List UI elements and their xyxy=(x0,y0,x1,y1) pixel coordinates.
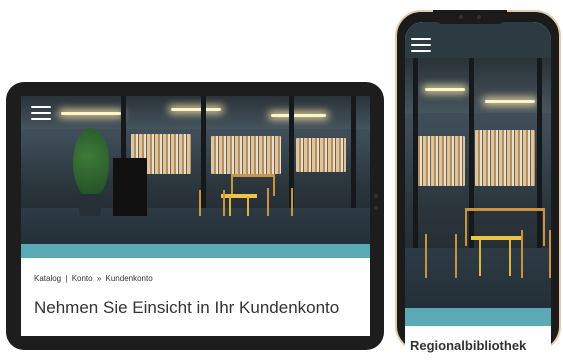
breadcrumb-link-katalog[interactable]: Katalog xyxy=(34,274,61,283)
tablet-device: Katalog | Konto » Kundenkonto Nehmen Sie… xyxy=(6,82,384,350)
breadcrumb-separator: » xyxy=(96,274,102,283)
tablet-sensor xyxy=(374,206,378,210)
breadcrumb-separator: | xyxy=(65,274,68,283)
hamburger-menu-icon[interactable] xyxy=(31,106,51,124)
tablet-camera xyxy=(374,194,378,198)
accent-band xyxy=(21,244,370,258)
breadcrumb: Katalog | Konto » Kundenkonto xyxy=(34,274,155,283)
accent-band xyxy=(405,308,551,326)
phone-notch xyxy=(433,10,507,24)
phone-header xyxy=(405,22,551,58)
breadcrumb-link-konto[interactable]: Konto xyxy=(72,274,93,283)
page-title: Nehmen Sie Einsicht in Ihr Kundenkonto xyxy=(34,298,340,317)
library-hero-image xyxy=(405,58,551,308)
phone-device: Regionalbibliothek xyxy=(395,10,561,362)
content-card: Katalog | Konto » Kundenkonto Nehmen Sie… xyxy=(21,258,370,336)
breadcrumb-current: Kundenkonto xyxy=(105,274,153,283)
hamburger-menu-icon[interactable] xyxy=(411,38,431,56)
library-hero-image xyxy=(21,96,370,244)
site-title: Regionalbibliothek xyxy=(410,338,527,353)
tablet-screen: Katalog | Konto » Kundenkonto Nehmen Sie… xyxy=(21,96,370,336)
phone-screen: Regionalbibliothek xyxy=(405,22,551,362)
